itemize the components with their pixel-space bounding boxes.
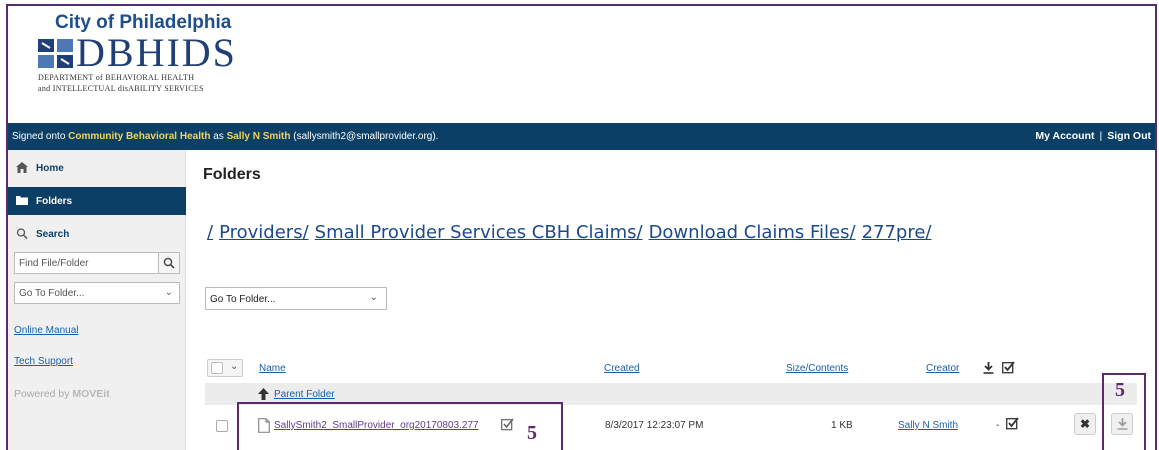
sidebar-goto-folder-select[interactable]: Go To Folder... ⌄ [14,282,180,304]
select-all-dropdown[interactable]: ⌄ [207,359,243,377]
checked-icon [1002,361,1015,374]
goto-folder-select[interactable]: Go To Folder... ⌄ [205,287,387,310]
file-created: 8/3/2017 12:23:07 PM [605,420,704,431]
moveit-logo: MOVEit [72,388,110,400]
callout-number: 5 [527,422,537,444]
callout-number: 5 [1115,379,1125,401]
user-name: Sally N Smith [226,131,291,142]
find-file-input[interactable]: Find File/Folder [14,252,160,274]
brand-logo-text: DBHIDS [76,30,237,75]
callout-box-file-link [237,402,563,450]
online-manual-link[interactable]: Online Manual [14,325,78,336]
signed-in-text: Signed onto Community Behavioral Health … [12,131,438,142]
find-placeholder: Find File/Folder [19,258,89,269]
file-creator-link[interactable]: Sally N Smith [898,420,958,431]
column-header-created[interactable]: Created [604,363,640,374]
sidebar-item-home[interactable]: Home [8,154,186,182]
row-checkbox[interactable] [216,420,228,432]
link-separator: | [1099,130,1103,142]
organization-name: Community Behavioral Health [68,131,211,142]
download-count-icon [983,362,994,374]
department-line-2: and INTELLECTUAL disABILITY SERVICES [38,84,204,93]
folder-icon [16,196,28,205]
home-icon [16,162,28,173]
signed-prefix: Signed onto [12,131,66,142]
search-submit-button[interactable] [158,252,180,274]
sidebar-item-label: Home [36,163,64,174]
dbhids-logo-icon [38,39,73,68]
file-download-count: - [996,420,1000,431]
chevron-down-icon: ⌄ [230,361,239,372]
session-bar: Signed onto Community Behavioral Health … [8,123,1155,150]
powered-by-text: Powered by [14,388,70,400]
close-icon: ✖ [1079,417,1091,431]
department-line-1: DEPARTMENT of BEHAVIORAL HEALTH [38,73,195,82]
tech-support-link[interactable]: Tech Support [14,356,73,367]
account-links: My Account | Sign Out [1035,130,1151,142]
goto-selected-value: Go To Folder... [210,294,276,305]
column-header-size[interactable]: Size/Contents [786,363,848,374]
sidebar-item-search[interactable]: Search [8,220,186,248]
my-account-link[interactable]: My Account [1035,130,1094,142]
checked-icon [1006,417,1019,430]
breadcrumb-small-provider[interactable]: Small Provider Services CBH Claims/ [315,222,643,243]
select-all-checkbox[interactable] [211,362,223,374]
column-header-creator[interactable]: Creator [926,363,959,374]
sidebar-item-folders[interactable]: Folders [8,187,186,215]
as-text: as [213,131,224,142]
sidebar: Home Folders Search Find File/Folder Go … [8,150,186,450]
sidebar-item-label: Search [36,229,70,240]
page-title: Folders [203,166,261,183]
breadcrumb: / Providers/Small Provider Services CBH C… [207,222,938,243]
arrow-up-icon [258,388,269,400]
site-header: City of Philadelphia DBHIDS DEPARTMENT o… [8,6,1155,123]
breadcrumb-root[interactable]: / [207,222,213,243]
sign-out-link[interactable]: Sign Out [1107,130,1151,142]
delete-button[interactable]: ✖ [1074,413,1096,435]
breadcrumb-providers[interactable]: Providers/ [219,222,309,243]
search-icon [16,228,28,239]
goto-selected-value: Go To Folder... [19,288,85,299]
search-icon [163,257,175,269]
sidebar-item-label: Folders [36,196,73,207]
user-email: (sallysmith2@smallprovider.org). [293,131,439,142]
chevron-down-icon: ⌄ [164,287,173,298]
parent-folder-link[interactable]: Parent Folder [274,389,335,400]
breadcrumb-277pre[interactable]: 277pre/ [862,222,932,243]
powered-by: Powered by MOVEit [14,388,110,400]
file-size: 1 KB [831,420,853,431]
column-header-name[interactable]: Name [259,363,286,374]
app-frame: City of Philadelphia DBHIDS DEPARTMENT o… [6,4,1157,450]
breadcrumb-download-claims[interactable]: Download Claims Files/ [649,222,856,243]
chevron-down-icon: ⌄ [369,292,378,303]
